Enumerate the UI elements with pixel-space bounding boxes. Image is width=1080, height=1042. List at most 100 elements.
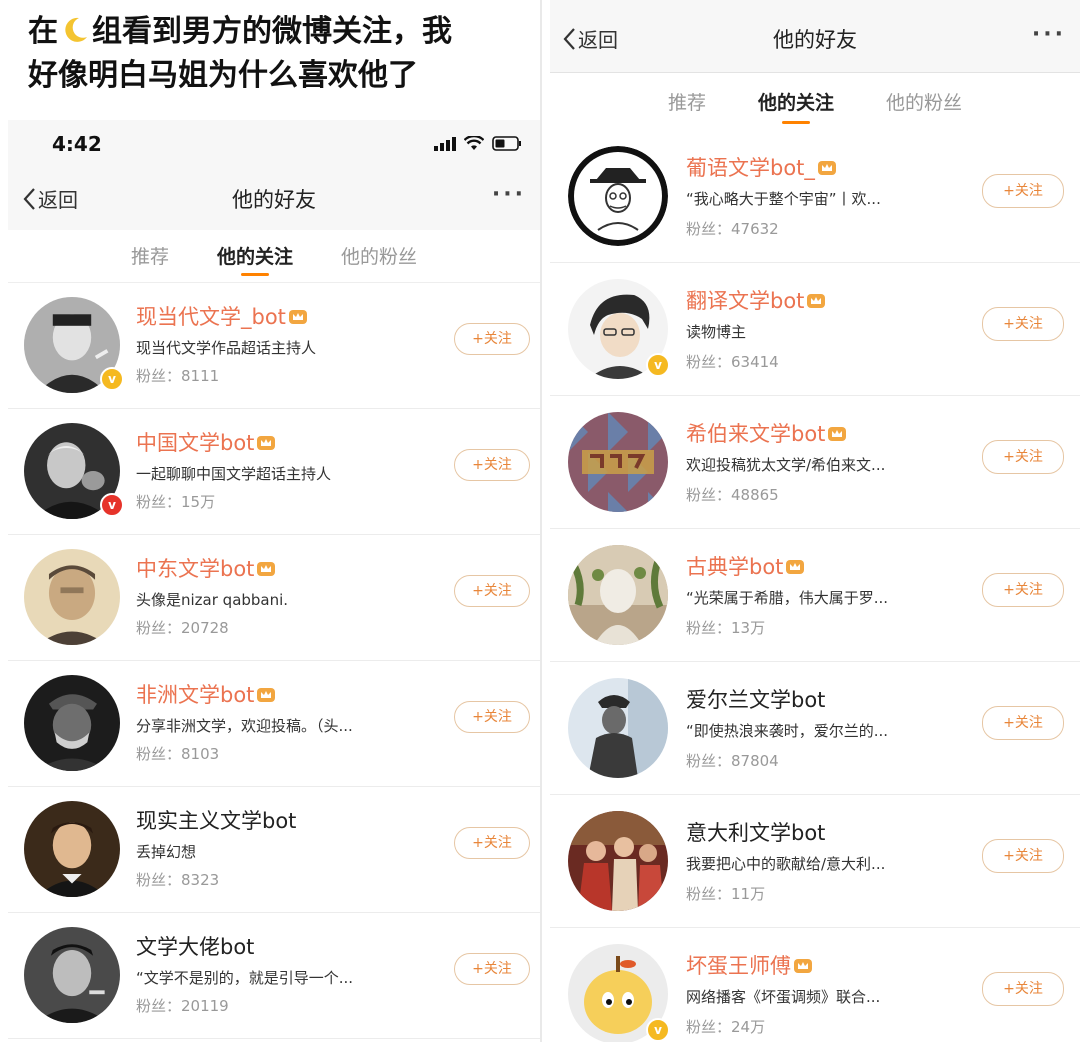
vip-crown-icon — [828, 427, 847, 441]
vip-crown-icon — [807, 294, 826, 308]
avatar[interactable] — [568, 678, 668, 778]
tab-bar: 推荐 他的关注 他的粉丝 — [550, 74, 1080, 130]
wifi-icon — [464, 136, 484, 150]
user-name[interactable]: 古典学bot — [686, 551, 805, 581]
fans-count: 粉丝：13万 — [686, 619, 766, 637]
nav-bar: 返回 他的好友 ··· — [8, 168, 540, 231]
list-item[interactable]: v 中国文学bot 一起聊聊中国文学超话主持人 粉丝：15万 +关注 — [8, 409, 540, 535]
fans-count: 粉丝：11万 — [686, 885, 766, 903]
list-item[interactable]: 希伯来文学bot 欢迎投稿犹太文学/希伯来文... 粉丝：48865 +关注 — [550, 396, 1080, 529]
user-name[interactable]: 希伯来文学bot — [686, 418, 847, 448]
list-item[interactable]: v 翻译文学bot 读物博主 粉丝：63414 +关注 — [550, 263, 1080, 396]
user-name[interactable]: 非洲文学bot — [136, 679, 276, 709]
battery-icon — [492, 136, 521, 151]
follow-button[interactable]: +关注 — [982, 573, 1064, 607]
user-name[interactable]: 中东文学bot — [136, 553, 276, 583]
user-description: “光荣属于希腊，伟大属于罗... — [686, 589, 889, 607]
user-description: 读物博主 — [686, 323, 747, 341]
user-name[interactable]: 中国文学bot — [136, 427, 276, 457]
avatar[interactable] — [24, 675, 120, 771]
user-name[interactable]: 文学大佬bot — [136, 931, 254, 961]
follow-list: v 现当代文学_bot 现当代文学作品超话主持人 粉丝：8111 +关注 v 中… — [8, 283, 540, 1039]
vip-crown-icon — [257, 436, 276, 450]
list-item[interactable]: v 现当代文学_bot 现当代文学作品超话主持人 粉丝：8111 +关注 — [8, 283, 540, 409]
list-item[interactable]: 文学大佬bot “文学不是别的，就是引导一个... 粉丝：20119 +关注 — [8, 913, 540, 1039]
nav-bar: 返回 他的好友 ··· — [550, 0, 1080, 73]
avatar[interactable] — [568, 412, 668, 512]
user-name[interactable]: 翻译文学bot — [686, 285, 826, 315]
follow-button[interactable]: +关注 — [982, 174, 1064, 208]
fans-count: 粉丝：8111 — [136, 367, 220, 385]
user-description: 丢掉幻想 — [136, 843, 197, 861]
user-name[interactable]: 葡语文学bot_ — [686, 152, 837, 182]
signal-icon — [434, 136, 456, 151]
follow-button[interactable]: +关注 — [454, 575, 530, 607]
left-screenshot: 在组看到男方的微博关注，我 好像明白马姐为什么喜欢他了 4:42 返回 他的好友… — [0, 0, 540, 1042]
page-title: 他的好友 — [232, 188, 316, 212]
caption-line2: 好像明白马姐为什么喜欢他了 — [28, 58, 418, 93]
verified-badge-icon: v — [100, 367, 124, 391]
vip-crown-icon — [817, 161, 836, 175]
status-bar: 4:42 — [8, 120, 540, 168]
avatar[interactable] — [568, 545, 668, 645]
vip-crown-icon — [257, 688, 276, 702]
user-description: “即使热浪来袭时，爱尔兰的... — [686, 722, 889, 740]
list-item[interactable]: v 坏蛋王师傅 网络播客《坏蛋调频》联合... 粉丝：24万 +关注 — [550, 928, 1080, 1042]
list-item[interactable]: 古典学bot “光荣属于希腊，伟大属于罗... 粉丝：13万 +关注 — [550, 529, 1080, 662]
follow-button[interactable]: +关注 — [454, 449, 530, 481]
fans-count: 粉丝：48865 — [686, 486, 779, 504]
caption-line1-after: 组看到男方的微博关注，我 — [92, 14, 452, 49]
tab-recommend[interactable]: 推荐 — [131, 230, 169, 282]
tab-following[interactable]: 他的关注 — [758, 74, 834, 130]
follow-button[interactable]: +关注 — [982, 839, 1064, 873]
follow-button[interactable]: +关注 — [982, 706, 1064, 740]
user-name[interactable]: 现当代文学_bot — [136, 301, 308, 331]
fans-count: 粉丝：24万 — [686, 1018, 766, 1036]
list-item[interactable]: 中东文学bot 头像是nizar qabbani. 粉丝：20728 +关注 — [8, 535, 540, 661]
follow-button[interactable]: +关注 — [982, 440, 1064, 474]
user-description: 现当代文学作品超话主持人 — [136, 339, 317, 357]
user-description: 头像是nizar qabbani. — [136, 591, 289, 609]
user-name[interactable]: 坏蛋王师傅 — [686, 950, 813, 980]
verified-badge-icon: v — [646, 353, 670, 377]
list-item[interactable]: 意大利文学bot 我要把心中的歌献给/意大利... 粉丝：11万 +关注 — [550, 795, 1080, 928]
more-icon[interactable]: ··· — [1032, 22, 1066, 47]
tab-following[interactable]: 他的关注 — [217, 230, 293, 282]
avatar[interactable] — [568, 146, 668, 246]
follow-button[interactable]: +关注 — [982, 307, 1064, 341]
user-name[interactable]: 意大利文学bot — [686, 817, 825, 847]
meme-caption: 在组看到男方的微博关注，我 好像明白马姐为什么喜欢他了 — [28, 10, 533, 98]
user-description: 我要把心中的歌献给/意大利... — [686, 855, 886, 873]
tab-followers[interactable]: 他的粉丝 — [886, 74, 962, 130]
follow-button[interactable]: +关注 — [454, 953, 530, 985]
status-time: 4:42 — [52, 132, 102, 156]
tab-recommend[interactable]: 推荐 — [668, 74, 706, 130]
avatar[interactable] — [24, 801, 120, 897]
follow-button[interactable]: +关注 — [454, 827, 530, 859]
list-item[interactable]: 爱尔兰文学bot “即使热浪来袭时，爱尔兰的... 粉丝：87804 +关注 — [550, 662, 1080, 795]
follow-button[interactable]: +关注 — [982, 972, 1064, 1006]
list-item[interactable]: 葡语文学bot_ “我心略大于整个宇宙”丨欢... 粉丝：47632 +关注 — [550, 130, 1080, 263]
tab-bar: 推荐 他的关注 他的粉丝 — [8, 230, 540, 283]
fans-count: 粉丝：20728 — [136, 619, 229, 637]
follow-button[interactable]: +关注 — [454, 701, 530, 733]
avatar[interactable] — [24, 927, 120, 1023]
list-item[interactable]: 现实主义文学bot 丢掉幻想 粉丝：8323 +关注 — [8, 787, 540, 913]
more-icon[interactable]: ··· — [492, 182, 526, 207]
fans-count: 粉丝：63414 — [686, 353, 779, 371]
user-description: 网络播客《坏蛋调频》联合... — [686, 988, 881, 1006]
fans-count: 粉丝：20119 — [136, 997, 229, 1015]
list-item[interactable]: 非洲文学bot 分享非洲文学，欢迎投稿。（头... 粉丝：8103 +关注 — [8, 661, 540, 787]
fans-count: 粉丝：8323 — [136, 871, 220, 889]
avatar[interactable] — [24, 549, 120, 645]
caption-line1-before: 在 — [28, 14, 58, 49]
fans-count: 粉丝：47632 — [686, 220, 779, 238]
avatar[interactable] — [568, 811, 668, 911]
tab-followers[interactable]: 他的粉丝 — [341, 230, 417, 282]
user-name[interactable]: 现实主义文学bot — [136, 805, 296, 835]
verified-badge-icon: v — [100, 493, 124, 517]
fans-count: 粉丝：8103 — [136, 745, 220, 763]
user-name[interactable]: 爱尔兰文学bot — [686, 684, 825, 714]
follow-button[interactable]: +关注 — [454, 323, 530, 355]
fans-count: 粉丝：87804 — [686, 752, 779, 770]
